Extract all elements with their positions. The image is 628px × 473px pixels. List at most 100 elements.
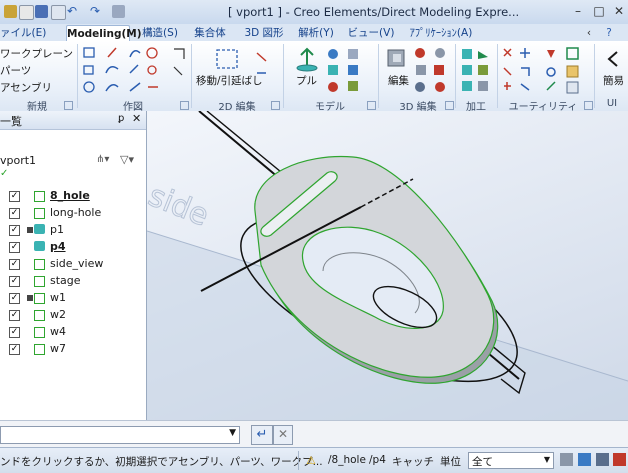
close-panel-icon[interactable]: ✕ bbox=[132, 112, 141, 125]
cancel-command-button[interactable]: ✕ bbox=[273, 425, 293, 445]
tree-item[interactable]: ✓ w7 bbox=[0, 341, 146, 358]
tree-root-label[interactable]: vport1 bbox=[0, 154, 36, 167]
edit-3d-icon[interactable] bbox=[385, 46, 409, 72]
selection-filter-dropdown[interactable]: 全て ▼ bbox=[468, 452, 554, 469]
chevron-down-icon[interactable]: ▼ bbox=[544, 455, 550, 464]
model-tools-icons[interactable] bbox=[326, 47, 370, 95]
group-divider bbox=[378, 44, 379, 108]
tree-item[interactable]: ✓ 8_hole bbox=[0, 188, 146, 205]
ribbon: ワークプレーン パーツ アセンブリ 新規 作図 移動/引延ばし 2D 編集 プル… bbox=[0, 41, 628, 113]
status-prompt: ンドをクリックするか、初期選択でアセンブリ、パーツ、ワークプ... bbox=[0, 456, 323, 468]
simple-mode-button[interactable]: 簡易 bbox=[603, 73, 624, 88]
tab-view[interactable]: ビュー(V) bbox=[346, 25, 396, 41]
close-button[interactable]: ✕ bbox=[608, 3, 628, 19]
group-2d-edit-launcher-icon[interactable] bbox=[271, 101, 280, 110]
tab-application[interactable]: ｱﾌﾟﾘｹｰｼｮﾝ(A) bbox=[406, 25, 476, 41]
tab-modeling[interactable]: Modeling(M) bbox=[66, 25, 142, 42]
visibility-checkbox[interactable]: ✓ bbox=[9, 327, 20, 338]
browser-header: 一覧 ꝑ ✕ bbox=[0, 111, 146, 130]
edit-button[interactable]: 編集 bbox=[388, 73, 409, 88]
tab-3d-shape[interactable]: 3D 図形 bbox=[242, 25, 286, 41]
group-new-launcher-icon[interactable] bbox=[64, 101, 73, 110]
tree-item[interactable]: ✓ p4 bbox=[0, 239, 146, 256]
status-active-workplane[interactable]: /p4 bbox=[369, 454, 386, 466]
tab-assembly[interactable]: 集合体 bbox=[190, 25, 230, 41]
tree-item-label: side_view bbox=[50, 257, 104, 270]
tree-view-options-icon[interactable]: ⋔▾ bbox=[96, 154, 109, 165]
collapse-ribbon-icon[interactable]: ‹ bbox=[580, 25, 598, 41]
tab-analysis[interactable]: 解析(Y) bbox=[296, 25, 336, 41]
record-icon[interactable] bbox=[613, 453, 626, 466]
chevron-down-icon[interactable]: ▼ bbox=[229, 428, 236, 438]
warning-icon[interactable]: ⚠ bbox=[306, 454, 316, 467]
tree-item[interactable]: ✓ stage bbox=[0, 273, 146, 290]
window-title: [ vport1 ] - Creo Elements/Direct Modeli… bbox=[228, 5, 520, 19]
visibility-checkbox[interactable]: ✓ bbox=[9, 191, 20, 202]
part-box-icon bbox=[34, 259, 45, 270]
print-icon[interactable] bbox=[51, 5, 66, 20]
model-viewport[interactable]: side bbox=[147, 111, 628, 420]
group-machining-label: 加工 bbox=[466, 102, 486, 113]
visibility-checkbox[interactable]: ✓ bbox=[9, 293, 20, 304]
tree-item-label: p4 bbox=[50, 240, 66, 253]
visibility-checkbox[interactable]: ✓ bbox=[9, 276, 20, 287]
tree-item[interactable]: ✓ w4 bbox=[0, 324, 146, 341]
solid-part-icon bbox=[34, 241, 45, 251]
undo-icon[interactable]: ↶ bbox=[67, 5, 80, 18]
minimize-button[interactable]: – bbox=[567, 3, 589, 19]
maximize-button[interactable]: □ bbox=[588, 3, 610, 19]
group-utility-launcher-icon[interactable] bbox=[584, 101, 593, 110]
part-box-icon bbox=[34, 191, 45, 202]
tree-item[interactable]: ✓ long-hole bbox=[0, 205, 146, 222]
new-workplane-button[interactable]: ワークプレーン bbox=[0, 46, 73, 61]
simple-mode-icon[interactable] bbox=[603, 49, 623, 69]
tab-file[interactable]: ァイル(E) bbox=[0, 25, 46, 41]
2d-edit-small-icons[interactable] bbox=[254, 49, 278, 93]
visibility-checkbox[interactable]: ✓ bbox=[9, 310, 20, 321]
tab-structure[interactable]: 構造(S) bbox=[140, 25, 180, 41]
status-active-part[interactable]: /8_hole bbox=[328, 454, 366, 466]
tree-item[interactable]: ✓ p1 bbox=[0, 222, 146, 239]
help-icon[interactable]: ? bbox=[600, 25, 618, 41]
tree-item-label: w2 bbox=[50, 308, 66, 321]
save-icon[interactable] bbox=[35, 5, 48, 18]
visibility-checkbox[interactable]: ✓ bbox=[9, 208, 20, 219]
display-mode-icon[interactable] bbox=[596, 453, 609, 466]
move-stretch-icon[interactable] bbox=[214, 47, 242, 73]
sketch-tools-icons[interactable] bbox=[82, 45, 192, 97]
machining-icons[interactable] bbox=[460, 47, 494, 95]
new-part-button[interactable]: パーツ bbox=[0, 63, 31, 78]
view-mode-icon[interactable] bbox=[578, 453, 591, 466]
3d-edit-small-icons[interactable] bbox=[414, 47, 452, 95]
group-sketch-launcher-icon[interactable] bbox=[180, 101, 189, 110]
utility-icons[interactable] bbox=[501, 46, 583, 94]
tree-item-label: stage bbox=[50, 274, 81, 287]
pull-icon[interactable] bbox=[293, 47, 321, 73]
catch-button[interactable]: キャッチ bbox=[392, 454, 434, 469]
new-file-icon[interactable] bbox=[19, 5, 34, 20]
group-3d-edit-launcher-icon[interactable] bbox=[445, 101, 454, 110]
app-icon[interactable] bbox=[4, 5, 17, 18]
tree-item[interactable]: ✓ w2 bbox=[0, 307, 146, 324]
visibility-checkbox[interactable]: ✓ bbox=[9, 259, 20, 270]
customize-icon[interactable] bbox=[112, 5, 125, 18]
group-model-launcher-icon[interactable] bbox=[367, 101, 376, 110]
tree-filter-icon[interactable]: ▽▾ bbox=[120, 153, 134, 166]
pull-button[interactable]: プル bbox=[296, 73, 317, 88]
visibility-checkbox[interactable]: ✓ bbox=[9, 225, 20, 236]
tree-expand-icon[interactable]: ✓ bbox=[0, 168, 8, 179]
new-assembly-button[interactable]: アセンブリ bbox=[0, 80, 52, 95]
tree-item[interactable]: ✓ side_view bbox=[0, 256, 146, 273]
select-mode-icon[interactable] bbox=[560, 453, 573, 466]
part-box-icon bbox=[34, 310, 45, 321]
enter-command-button[interactable]: ↵ bbox=[251, 425, 273, 445]
redo-icon[interactable]: ↷ bbox=[90, 5, 103, 18]
visibility-checkbox[interactable]: ✓ bbox=[9, 242, 20, 253]
status-divider bbox=[298, 451, 299, 470]
command-input[interactable]: ▼ bbox=[0, 426, 240, 444]
move-stretch-button[interactable]: 移動/引延ばし bbox=[196, 73, 263, 88]
tree-item[interactable]: ✓ w1 bbox=[0, 290, 146, 307]
pin-icon[interactable]: ꝑ bbox=[118, 113, 124, 124]
visibility-checkbox[interactable]: ✓ bbox=[9, 344, 20, 355]
units-button[interactable]: 単位 bbox=[440, 454, 461, 469]
